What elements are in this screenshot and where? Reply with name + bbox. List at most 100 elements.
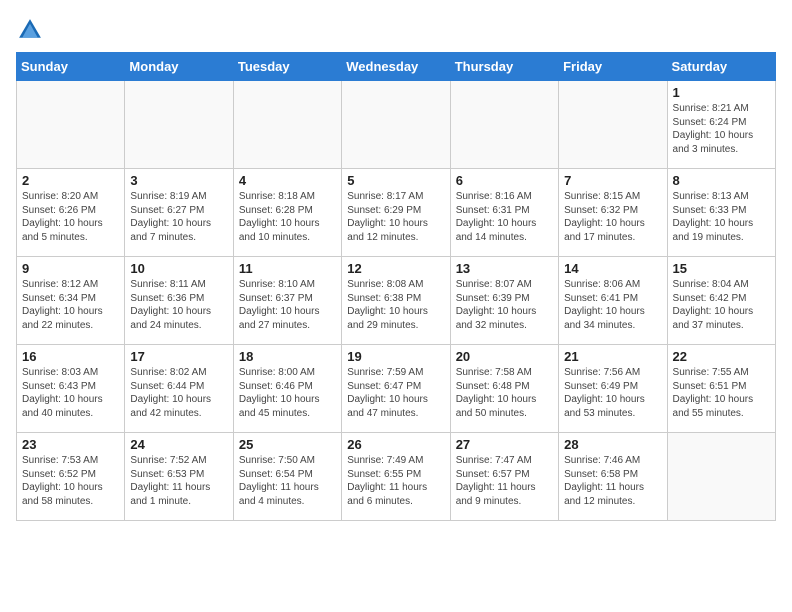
day-info: Sunrise: 8:00 AM Sunset: 6:46 PM Dayligh… [239,366,336,420]
day-number: 14 [564,261,661,276]
calendar-cell [667,433,775,521]
logo-icon [16,16,44,44]
calendar-cell: 3 Sunrise: 8:19 AM Sunset: 6:27 PM Daylig… [125,169,233,257]
day-number: 3 [130,173,227,188]
calendar-cell: 25 Sunrise: 7:50 AM Sunset: 6:54 PM Dayli… [233,433,341,521]
calendar-cell [559,81,667,169]
day-info: Sunrise: 8:16 AM Sunset: 6:31 PM Dayligh… [456,190,553,244]
calendar-header-row: SundayMondayTuesdayWednesdayThursdayFrid… [17,53,776,81]
day-number: 1 [673,85,770,100]
weekday-header-friday: Friday [559,53,667,81]
day-number: 2 [22,173,119,188]
calendar-cell: 5 Sunrise: 8:17 AM Sunset: 6:29 PM Daylig… [342,169,450,257]
calendar-cell: 20 Sunrise: 7:58 AM Sunset: 6:48 PM Dayli… [450,345,558,433]
day-info: Sunrise: 8:10 AM Sunset: 6:37 PM Dayligh… [239,278,336,332]
weekday-header-wednesday: Wednesday [342,53,450,81]
day-number: 25 [239,437,336,452]
calendar-cell: 13Sunrise: 8:07 AM Sunset: 6:39 PM Dayli… [450,257,558,345]
calendar-cell: 12 Sunrise: 8:08 AM Sunset: 6:38 PM Dayli… [342,257,450,345]
day-info: Sunrise: 7:53 AM Sunset: 6:52 PM Dayligh… [22,454,119,508]
weekday-header-thursday: Thursday [450,53,558,81]
day-number: 7 [564,173,661,188]
day-number: 26 [347,437,444,452]
day-info: Sunrise: 7:49 AM Sunset: 6:55 PM Dayligh… [347,454,444,508]
day-info: Sunrise: 8:08 AM Sunset: 6:38 PM Dayligh… [347,278,444,332]
day-info: Sunrise: 7:55 AM Sunset: 6:51 PM Dayligh… [673,366,770,420]
day-info: Sunrise: 8:20 AM Sunset: 6:26 PM Dayligh… [22,190,119,244]
day-number: 22 [673,349,770,364]
day-number: 20 [456,349,553,364]
weekday-header-monday: Monday [125,53,233,81]
day-info: Sunrise: 7:56 AM Sunset: 6:49 PM Dayligh… [564,366,661,420]
calendar-cell: 8 Sunrise: 8:13 AM Sunset: 6:33 PM Daylig… [667,169,775,257]
calendar-cell: 11 Sunrise: 8:10 AM Sunset: 6:37 PM Dayli… [233,257,341,345]
day-info: Sunrise: 8:12 AM Sunset: 6:34 PM Dayligh… [22,278,119,332]
day-number: 15 [673,261,770,276]
calendar-cell: 16 Sunrise: 8:03 AM Sunset: 6:43 PM Dayli… [17,345,125,433]
day-info: Sunrise: 7:50 AM Sunset: 6:54 PM Dayligh… [239,454,336,508]
day-number: 17 [130,349,227,364]
calendar-cell: 18 Sunrise: 8:00 AM Sunset: 6:46 PM Dayli… [233,345,341,433]
calendar-cell: 17 Sunrise: 8:02 AM Sunset: 6:44 PM Dayli… [125,345,233,433]
calendar-cell: 21 Sunrise: 7:56 AM Sunset: 6:49 PM Dayli… [559,345,667,433]
day-info: Sunrise: 7:59 AM Sunset: 6:47 PM Dayligh… [347,366,444,420]
day-number: 6 [456,173,553,188]
calendar-cell [17,81,125,169]
day-number: 12 [347,261,444,276]
calendar-cell: 9 Sunrise: 8:12 AM Sunset: 6:34 PM Daylig… [17,257,125,345]
calendar-cell: 6 Sunrise: 8:16 AM Sunset: 6:31 PM Daylig… [450,169,558,257]
calendar-week-2: 2 Sunrise: 8:20 AM Sunset: 6:26 PM Daylig… [17,169,776,257]
weekday-header-sunday: Sunday [17,53,125,81]
day-number: 8 [673,173,770,188]
day-info: Sunrise: 7:46 AM Sunset: 6:58 PM Dayligh… [564,454,661,508]
day-info: Sunrise: 8:19 AM Sunset: 6:27 PM Dayligh… [130,190,227,244]
day-info: Sunrise: 8:03 AM Sunset: 6:43 PM Dayligh… [22,366,119,420]
day-number: 21 [564,349,661,364]
day-info: Sunrise: 8:21 AM Sunset: 6:24 PM Dayligh… [673,102,770,156]
calendar-cell: 15 Sunrise: 8:04 AM Sunset: 6:42 PM Dayli… [667,257,775,345]
weekday-header-tuesday: Tuesday [233,53,341,81]
calendar-cell: 19 Sunrise: 7:59 AM Sunset: 6:47 PM Dayli… [342,345,450,433]
day-info: Sunrise: 8:18 AM Sunset: 6:28 PM Dayligh… [239,190,336,244]
day-number: 4 [239,173,336,188]
day-number: 28 [564,437,661,452]
calendar-cell [450,81,558,169]
day-number: 9 [22,261,119,276]
calendar-cell: 22 Sunrise: 7:55 AM Sunset: 6:51 PM Dayli… [667,345,775,433]
calendar-cell: 27 Sunrise: 7:47 AM Sunset: 6:57 PM Dayli… [450,433,558,521]
day-info: Sunrise: 8:07 AM Sunset: 6:39 PM Dayligh… [456,278,553,332]
calendar-cell: 4 Sunrise: 8:18 AM Sunset: 6:28 PM Daylig… [233,169,341,257]
day-number: 19 [347,349,444,364]
logo [16,16,48,44]
day-number: 16 [22,349,119,364]
calendar-cell: 10Sunrise: 8:11 AM Sunset: 6:36 PM Dayli… [125,257,233,345]
calendar-cell [342,81,450,169]
day-number: 5 [347,173,444,188]
calendar-cell: 24 Sunrise: 7:52 AM Sunset: 6:53 PM Dayli… [125,433,233,521]
calendar-week-5: 23 Sunrise: 7:53 AM Sunset: 6:52 PM Dayli… [17,433,776,521]
day-info: Sunrise: 8:15 AM Sunset: 6:32 PM Dayligh… [564,190,661,244]
day-number: 10 [130,261,227,276]
day-number: 24 [130,437,227,452]
day-number: 27 [456,437,553,452]
day-info: Sunrise: 7:47 AM Sunset: 6:57 PM Dayligh… [456,454,553,508]
day-info: Sunrise: 7:58 AM Sunset: 6:48 PM Dayligh… [456,366,553,420]
calendar-cell: 26 Sunrise: 7:49 AM Sunset: 6:55 PM Dayli… [342,433,450,521]
calendar-cell [233,81,341,169]
weekday-header-saturday: Saturday [667,53,775,81]
day-info: Sunrise: 8:02 AM Sunset: 6:44 PM Dayligh… [130,366,227,420]
calendar-cell: 14Sunrise: 8:06 AM Sunset: 6:41 PM Dayli… [559,257,667,345]
day-info: Sunrise: 8:04 AM Sunset: 6:42 PM Dayligh… [673,278,770,332]
day-number: 11 [239,261,336,276]
day-info: Sunrise: 8:13 AM Sunset: 6:33 PM Dayligh… [673,190,770,244]
day-info: Sunrise: 8:17 AM Sunset: 6:29 PM Dayligh… [347,190,444,244]
calendar-cell: 7 Sunrise: 8:15 AM Sunset: 6:32 PM Daylig… [559,169,667,257]
day-info: Sunrise: 7:52 AM Sunset: 6:53 PM Dayligh… [130,454,227,508]
calendar-week-3: 9 Sunrise: 8:12 AM Sunset: 6:34 PM Daylig… [17,257,776,345]
day-number: 23 [22,437,119,452]
calendar-week-1: 1 Sunrise: 8:21 AM Sunset: 6:24 PM Daylig… [17,81,776,169]
day-number: 18 [239,349,336,364]
calendar-cell: 28 Sunrise: 7:46 AM Sunset: 6:58 PM Dayli… [559,433,667,521]
page-header [16,16,776,44]
calendar-week-4: 16 Sunrise: 8:03 AM Sunset: 6:43 PM Dayli… [17,345,776,433]
